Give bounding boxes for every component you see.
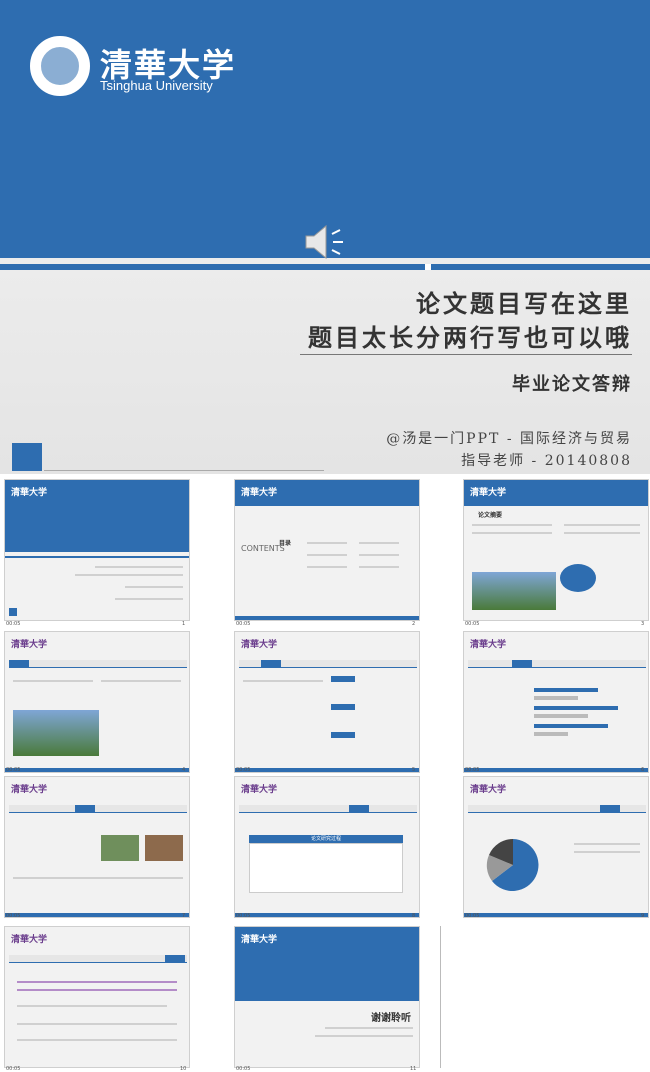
- thumbnail-slide-7[interactable]: 清華大学: [4, 776, 190, 918]
- advisor-line: 指导老师 - 20140808: [461, 453, 632, 469]
- thumb-time: 00:05: [6, 621, 21, 627]
- main-slide[interactable]: 清華大学 Tsinghua University 论文题目写在这里 题目太长分两…: [0, 0, 650, 474]
- corner-line: [44, 470, 324, 471]
- thumb-logo: 清華大学: [11, 488, 48, 498]
- thumbnail-slide-8[interactable]: 清華大学 论文研究过程: [234, 776, 420, 918]
- title-underline: [300, 354, 632, 355]
- pie-chart: [486, 839, 539, 891]
- thumbnail-slide-2[interactable]: 清華大学 CONTENTS 目录: [234, 479, 420, 621]
- thumbnail-slide-9[interactable]: 清華大学: [463, 776, 649, 918]
- thumbnail-slide-3[interactable]: 清華大学 论文摘要: [463, 479, 649, 621]
- thumbnail-slide-11[interactable]: 清華大学 谢谢聆听: [234, 926, 420, 1068]
- title-line-2: 题目太长分两行写也可以哦: [308, 323, 632, 352]
- tsinghua-seal-icon: [28, 34, 92, 98]
- thumb-index: 1: [182, 621, 186, 627]
- divider-stripe: [0, 264, 650, 270]
- thumbnail-slide-5[interactable]: 清華大学: [234, 631, 420, 773]
- logo-english: Tsinghua University: [100, 78, 213, 93]
- thumbnail-slide-4[interactable]: 清華大学: [4, 631, 190, 773]
- campus-photo: [472, 572, 556, 610]
- thumbnail-slide-6[interactable]: 清華大学: [463, 631, 649, 773]
- author-line: @汤是一门PPT - 国际经济与贸易: [386, 431, 632, 447]
- subtitle: 毕业论文答辩: [512, 374, 632, 395]
- header-band: [0, 0, 650, 258]
- title-line-1: 论文题目写在这里: [416, 289, 632, 318]
- thumbnail-slide-1[interactable]: 清華大学: [4, 479, 190, 621]
- thumbnail-slide-10[interactable]: 清華大学: [4, 926, 190, 1068]
- speaker-icon[interactable]: [302, 222, 346, 262]
- corner-square: [12, 443, 42, 471]
